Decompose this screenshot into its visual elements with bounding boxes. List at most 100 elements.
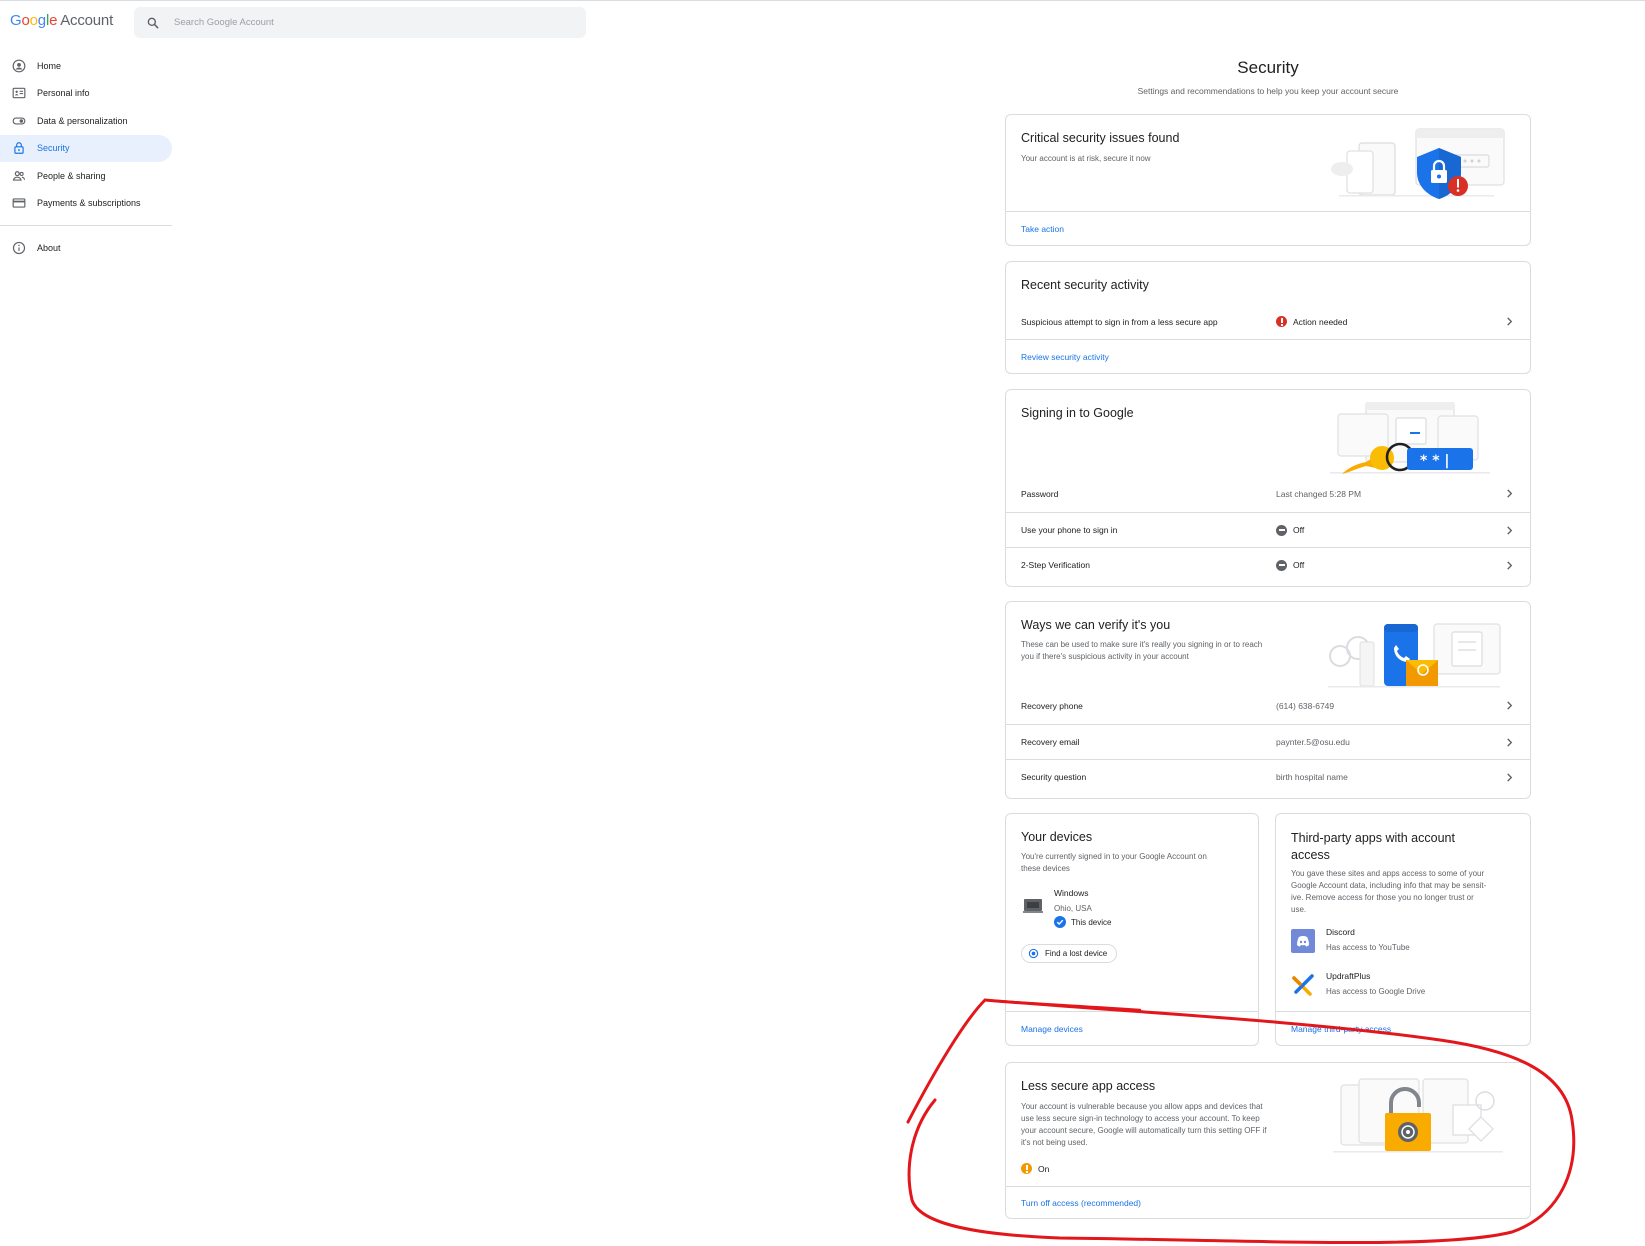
logo-letter: o [29,12,38,29]
sidebar-item-home[interactable]: Home [0,52,172,80]
sidebar-item-payments[interactable]: Payments & subscriptions [0,190,172,218]
off-status-icon [1276,524,1287,536]
suspicious-attempt-row[interactable]: Suspicious attempt to sign in from a les… [1006,304,1530,339]
verify-illustration [1328,623,1501,688]
search-bar[interactable] [134,7,586,38]
row-value: Off [1276,559,1304,571]
two-step-verification-row[interactable]: 2-Step Verification Off [1006,547,1530,582]
less-secure-status: On [1021,1163,1049,1174]
toggle-icon [12,117,26,125]
search-icon[interactable] [146,16,160,30]
locate-icon [1028,948,1039,959]
alert-icon [1276,316,1287,327]
card-description: You gave these sites and apps access to … [1291,868,1523,916]
desc-line: use. [1291,905,1307,914]
security-question-row[interactable]: Security question birth hospital name [1006,759,1530,794]
turn-off-access-link[interactable]: Turn off access (recommended) [1021,1198,1141,1208]
card-description: Your account is vulnerable because you a… [1021,1101,1321,1149]
recovery-email-row[interactable]: Recovery email paynter.5@osu.edu [1006,724,1530,759]
app-item-discord[interactable]: Discord Has access to YouTube [1291,927,1521,957]
row-value: Off [1276,524,1304,536]
sidebar-item-label: About [37,242,61,253]
google-account-logo[interactable]: Google Account [10,12,113,29]
card-title: Signing in to Google [1021,406,1134,420]
devices-card: Your devices You're currently signed in … [1005,813,1259,1046]
desc-line: You gave these sites and apps access to … [1291,869,1485,878]
less-secure-app-access-card: Less secure app access Your account is v… [1005,1062,1531,1219]
chevron-right-icon [1507,317,1513,326]
sidebar-item-label: Security [37,143,70,154]
status-text: On [1038,1163,1050,1174]
desc-line: Your account is vulnerable because you a… [1021,1102,1263,1111]
find-lost-device-button[interactable]: Find a lost device [1021,944,1118,963]
row-value: paynter.5@osu.edu [1276,737,1350,747]
sidebar-item-security[interactable]: Security [0,134,172,162]
title-line: access [1291,848,1330,862]
desc-line: your account secure, Google will automat… [1021,1126,1267,1135]
top-border [0,0,1645,1]
security-issues-illustration [1331,128,1505,199]
page-subtitle: Settings and recommendations to help you… [1137,86,1399,96]
card-description: These can be used to make sure it's real… [1021,639,1311,663]
logo-letter: G [10,12,22,29]
button-label: Find a lost device [1045,949,1108,958]
sidebar-item-personal-info[interactable]: Personal info [0,80,172,108]
main-content: Security Settings and recommendations to… [1005,52,1531,96]
row-label: Recovery phone [1021,700,1083,711]
desc-line: use less secure sign-in technology to ac… [1021,1114,1260,1123]
recovery-phone-row[interactable]: Recovery phone (614) 638-6749 [1006,688,1530,723]
card-title: Recent security activity [1021,278,1149,292]
row-label: Use your phone to sign in [1021,525,1118,535]
manage-third-party-access-link[interactable]: Manage third-party access [1291,1024,1391,1034]
search-input[interactable] [172,16,552,29]
sidebar-item-data-personalization[interactable]: Data & personalization [0,107,172,135]
sidebar-nav: Home Personal info Data & personalizatio… [0,52,172,262]
svg-text:* * |: * * | [1420,453,1450,469]
lock-icon [14,142,24,155]
card-description: You're currently signed in to your Googl… [1021,851,1251,875]
sidebar-item-label: Data & personalization [37,115,128,126]
third-party-apps-card: Third-party apps with account access You… [1275,813,1531,1046]
desc-line: These can be used to make sure it's real… [1021,640,1263,649]
sidebar-item-about[interactable]: About [0,234,172,262]
row-label: Suspicious attempt to sign in from a les… [1021,316,1218,327]
logo-letter: e [49,12,58,29]
app-access: Has access to YouTube [1326,943,1410,952]
info-icon [12,241,26,254]
unlocked-padlock-illustration [1333,1078,1503,1153]
review-security-activity-link[interactable]: Review security activity [1021,352,1109,362]
device-name: Windows [1054,888,1089,898]
desc-line: You're currently signed in to your Googl… [1021,852,1207,861]
chevron-right-icon [1507,560,1513,570]
title-line: Third-party apps with account [1291,831,1455,845]
sidebar-item-label: Payments & subscriptions [37,198,141,209]
desc-line: it's not being used. [1021,1138,1088,1147]
action-needed-status: Action needed [1293,316,1348,327]
sidebar-item-people-sharing[interactable]: People & sharing [0,162,172,190]
sidebar-item-label: Personal info [37,88,90,99]
card-footer: Manage third-party access [1276,1011,1530,1045]
chevron-right-icon [1507,489,1513,498]
chevron-right-icon [1507,525,1513,535]
password-row[interactable]: Password Last changed 5:28 PM [1006,476,1530,511]
desc-line: you if there's suspicious activity in yo… [1021,652,1189,661]
page-title: Security [1237,58,1299,77]
logo-letter: g [37,12,46,29]
app-item-updraftplus[interactable]: UpdraftPlus Has access to Google Drive [1291,971,1521,1001]
row-value: (614) 638-6749 [1276,700,1335,711]
off-status-icon [1276,559,1287,571]
manage-devices-link[interactable]: Manage devices [1021,1024,1083,1034]
chevron-right-icon [1507,772,1513,782]
card-footer: Take action [1006,211,1530,245]
discord-icon [1291,929,1315,953]
updraftplus-icon [1292,974,1314,996]
card-title: Critical security issues found [1021,131,1180,145]
verify-card: Ways we can verify it's you These can be… [1005,601,1531,799]
phone-sign-in-row[interactable]: Use your phone to sign in Off [1006,512,1530,547]
row-value: Action needed [1276,316,1347,327]
home-icon [12,59,26,73]
sidebar-item-label: People & sharing [37,170,106,181]
take-action-link[interactable]: Take action [1021,224,1064,234]
card-footer: Review security activity [1006,339,1530,373]
chevron-right-icon [1507,737,1513,747]
